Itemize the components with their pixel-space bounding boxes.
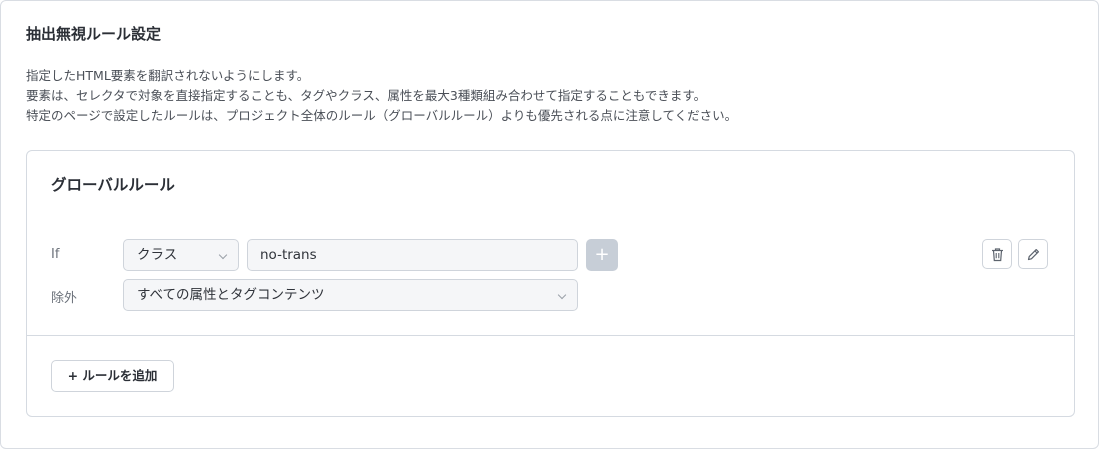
add-condition-button[interactable]: +: [586, 239, 618, 271]
global-rules-card: グローバルルール If クラス no-trans + 除外 すべての属性とタグコ: [26, 150, 1075, 417]
edit-rule-button[interactable]: [1018, 239, 1048, 269]
divider: [27, 335, 1074, 336]
description-line: 要素は、セレクタで対象を直接指定することも、タグやクラス、属性を最大3種類組み合…: [26, 88, 707, 103]
exclude-value: すべての属性とタグコンテンツ: [137, 287, 325, 303]
condition-value-input[interactable]: no-trans: [247, 239, 578, 271]
description-line: 特定のページで設定したルールは、プロジェクト全体のルール（グローバルルール）より…: [26, 108, 738, 123]
exclude-select[interactable]: すべての属性とタグコンテンツ: [123, 279, 578, 311]
section-title: 抽出無視ルール設定: [26, 25, 162, 43]
description-line: 指定したHTML要素を翻訳されないようにします。: [26, 68, 310, 83]
if-label: If: [51, 247, 60, 262]
trash-icon: [992, 248, 1003, 262]
condition-type-select[interactable]: クラス: [123, 239, 239, 271]
delete-rule-button[interactable]: [982, 239, 1012, 269]
add-rule-button[interactable]: + ルールを追加: [51, 360, 174, 392]
section-description: 指定したHTML要素を翻訳されないようにします。 要素は、セレクタで対象を直接指…: [26, 66, 737, 126]
condition-type-value: クラス: [137, 247, 178, 263]
chevron-down-icon: [557, 290, 567, 300]
card-title: グローバルルール: [51, 176, 175, 194]
pencil-icon: [1027, 249, 1039, 261]
exclude-label: 除外: [51, 291, 78, 306]
chevron-down-icon: [218, 250, 228, 260]
ignore-rules-panel: 抽出無視ルール設定 指定したHTML要素を翻訳されないようにします。 要素は、セ…: [0, 0, 1099, 449]
